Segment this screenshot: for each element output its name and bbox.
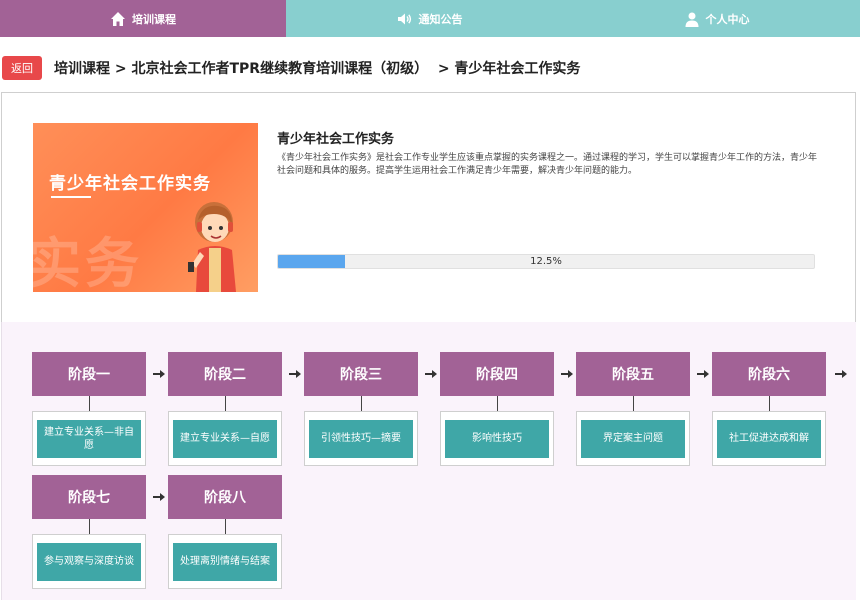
back-button[interactable]: 返回 [2,56,42,80]
stage-lesson-box: 建立专业关系—非自愿 [32,411,146,466]
tab-label: 个人中心 [705,12,750,26]
stage-lesson-box: 社工促进达成和解 [712,411,826,466]
stage-6: 阶段六 社工促进达成和解 [712,352,826,466]
breadcrumb-row: 返回 培训课程 > 北京社会工作者TPR继续教育培训课程（初级） > 青少年社会… [0,55,580,81]
lesson-button[interactable]: 社工促进达成和解 [717,419,821,458]
stage-2: 阶段二 建立专业关系—自愿 [168,352,282,466]
lesson-button[interactable]: 界定案主问题 [581,419,685,458]
user-icon [685,12,698,27]
arrow-right-icon [835,370,847,378]
stage-header[interactable]: 阶段八 [168,475,282,519]
arrow-right-icon [153,493,165,501]
tab-personal-center[interactable]: 个人中心 [573,0,860,37]
breadcrumb-text: 培训课程 > 北京社会工作者TPR继续教育培训课程（初级） > 青少年社会工作实… [54,61,581,77]
lesson-button[interactable]: 引领性技巧—摘要 [309,419,413,458]
stage-lesson-box: 建立专业关系—自愿 [168,411,282,466]
arrow-right-icon [425,370,437,378]
stage-header[interactable]: 阶段三 [304,352,418,396]
speaker-icon [397,13,411,24]
stage-connector [768,396,770,411]
stage-connector [496,396,498,411]
stage-header[interactable]: 阶段七 [32,475,146,519]
stage-connector [632,396,634,411]
progress-label: 12.5% [530,256,562,267]
student-illustration [188,202,236,292]
arrow-right-icon [561,370,573,378]
arrow-right-icon [697,370,709,378]
tab-training-courses[interactable]: 培训课程 [0,0,286,37]
stage-header[interactable]: 阶段一 [32,352,146,396]
lesson-button[interactable]: 影响性技巧 [445,419,549,458]
stage-1: 阶段一 建立专业关系—非自愿 [32,352,146,466]
stage-5: 阶段五 界定案主问题 [576,352,690,466]
stage-4: 阶段四 影响性技巧 [440,352,554,466]
tab-notices[interactable]: 通知公告 [286,0,573,37]
cover-divider [51,196,91,198]
arrow-right-icon [289,370,301,378]
stage-header[interactable]: 阶段二 [168,352,282,396]
stage-connector [88,519,90,534]
course-description: 《青少年社会工作实务》是社会工作专业学生应该重点掌握的实务课程之一。通过课程的学… [277,153,818,176]
stage-connector [224,519,226,534]
stage-lesson-box: 引领性技巧—摘要 [304,411,418,466]
tab-label: 通知公告 [418,12,463,26]
top-nav: 培训课程 通知公告 个人中心 [0,0,860,37]
lesson-button[interactable]: 参与观察与深度访谈 [37,542,141,581]
arrow-right-icon [153,370,165,378]
course-info-panel: 实务 青少年社会工作实务 青少年社会工作实务 《青少年社会工作实务》是社会工作专… [1,92,856,323]
stage-connector [224,396,226,411]
stage-8: 阶段八 处理离别情绪与结案 [168,475,282,589]
course-cover-image[interactable]: 实务 青少年社会工作实务 [33,123,258,292]
stage-flow-area: 阶段一 建立专业关系—非自愿 阶段二 建立专业关系—自愿 阶段三 引领性技巧—摘… [1,322,856,600]
home-icon [111,11,125,26]
stage-7: 阶段七 参与观察与深度访谈 [32,475,146,589]
lesson-button[interactable]: 处理离别情绪与结案 [173,542,277,581]
stage-lesson-box: 影响性技巧 [440,411,554,466]
cover-background-text: 实务 [33,232,143,292]
course-progress-bar: 12.5% [277,254,815,269]
course-title: 青少年社会工作实务 [277,132,395,147]
stage-lesson-box: 界定案主问题 [576,411,690,466]
tab-label: 培训课程 [132,12,176,26]
stage-lesson-box: 处理离别情绪与结案 [168,534,282,589]
cover-title: 青少年社会工作实务 [49,174,211,194]
stage-3: 阶段三 引领性技巧—摘要 [304,352,418,466]
stage-header[interactable]: 阶段四 [440,352,554,396]
stage-header[interactable]: 阶段五 [576,352,690,396]
stage-lesson-box: 参与观察与深度访谈 [32,534,146,589]
breadcrumb: 培训课程 > 北京社会工作者TPR继续教育培训课程（初级） > 青少年社会工作实… [54,58,580,78]
stage-header[interactable]: 阶段六 [712,352,826,396]
lesson-button[interactable]: 建立专业关系—非自愿 [37,419,141,458]
lesson-button[interactable]: 建立专业关系—自愿 [173,419,277,458]
stage-connector [360,396,362,411]
stage-connector [88,396,90,411]
